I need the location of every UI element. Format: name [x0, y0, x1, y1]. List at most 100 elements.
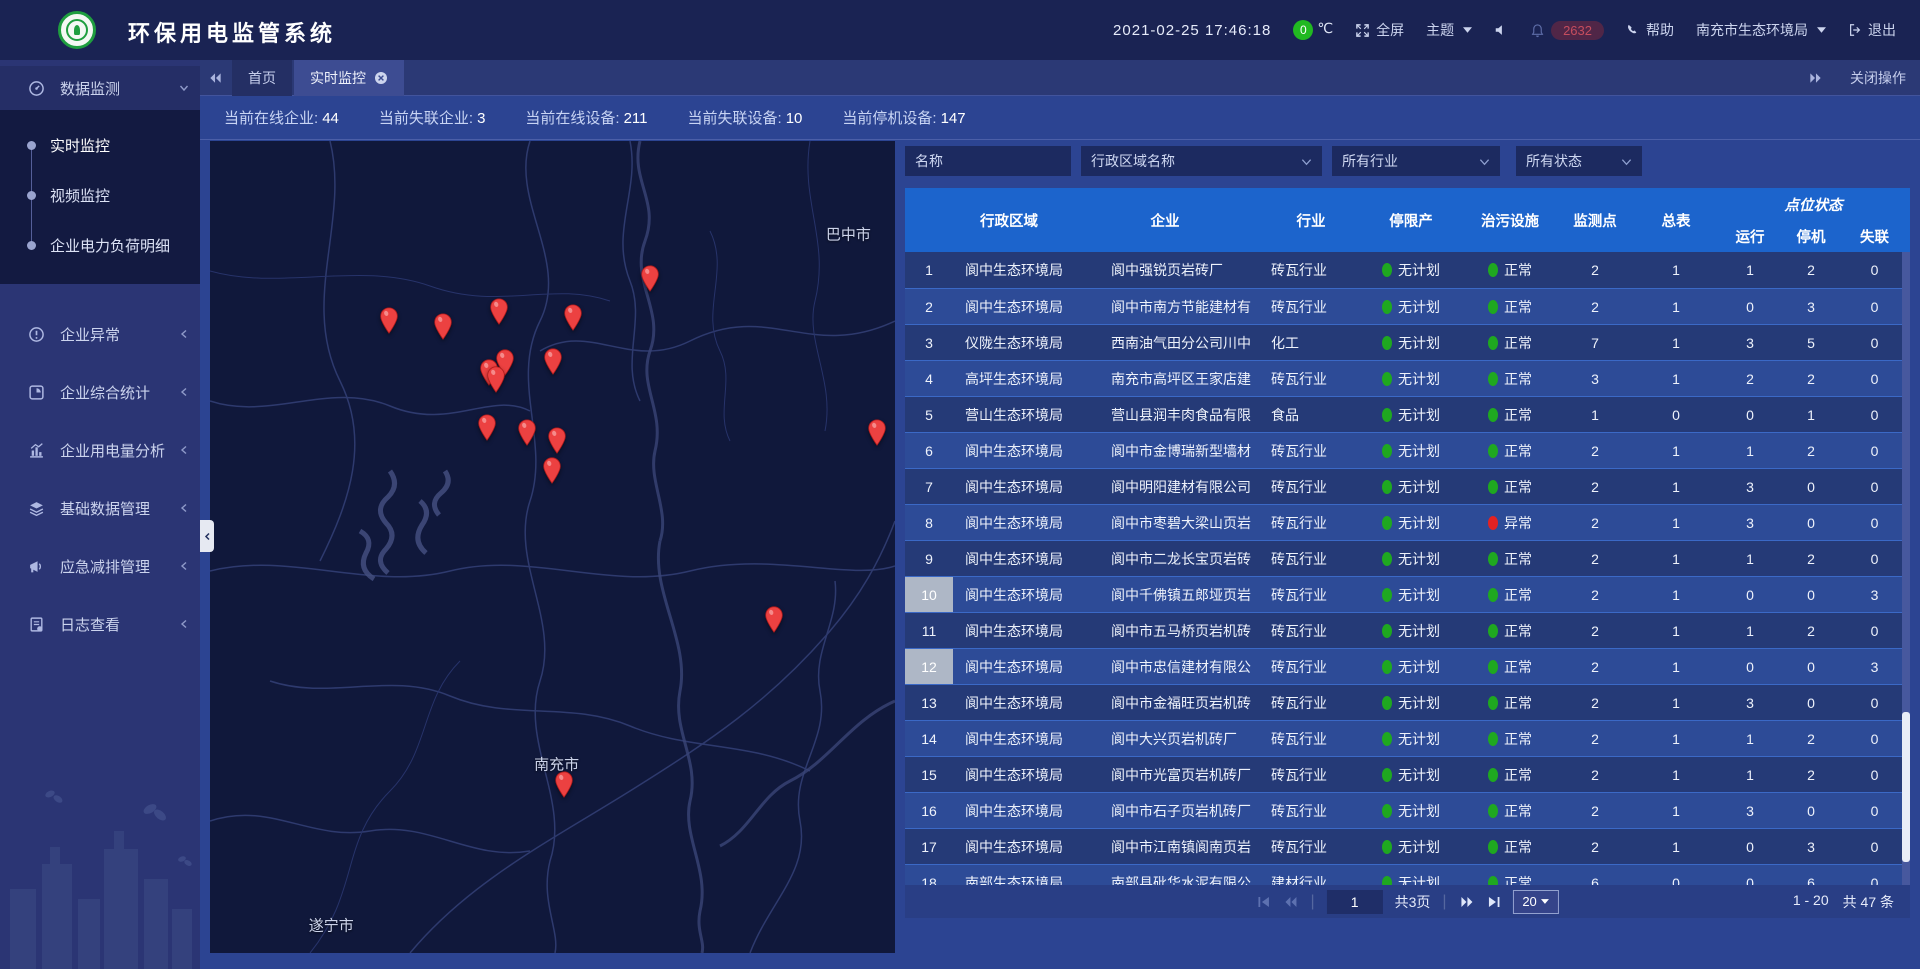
status-dot-green	[1488, 588, 1498, 602]
cell-region: 阆中生态环境局	[953, 252, 1065, 288]
sidebar-item-基础数据管理[interactable]: 基础数据管理	[0, 486, 200, 530]
table-row[interactable]: 18南部生态环境局南部县砒华水泥有限公建材行业无计划正常60060	[905, 864, 1910, 885]
cell-running: 3	[1717, 469, 1783, 504]
cell-facility: 正常	[1465, 865, 1555, 885]
phone-icon	[1626, 23, 1640, 37]
name-filter-input[interactable]	[915, 153, 1061, 169]
cell-facility: 正常	[1465, 649, 1555, 684]
table-row[interactable]: 10阆中生态环境局阆中千佛镇五郎垭页岩砖瓦行业无计划正常21003	[905, 576, 1910, 612]
status-dot-green	[1382, 408, 1392, 422]
previous-page-button[interactable]	[1282, 896, 1298, 908]
cell-meters: 1	[1635, 505, 1717, 540]
table-row[interactable]: 7阆中生态环境局阆中明阳建材有限公司砖瓦行业无计划正常21300	[905, 468, 1910, 504]
table-row[interactable]: 17阆中生态环境局阆中市江南镇阆南页岩砖瓦行业无计划正常21030	[905, 828, 1910, 864]
map-marker[interactable]	[764, 606, 783, 633]
cell-industry: 砖瓦行业	[1265, 289, 1357, 324]
table-row[interactable]: 13阆中生态环境局阆中市金福旺页岩机砖砖瓦行业无计划正常21300	[905, 684, 1910, 720]
notifications[interactable]: 2632	[1530, 21, 1604, 40]
map-marker[interactable]	[490, 298, 509, 325]
sidebar-item-企业异常[interactable]: 企业异常	[0, 312, 200, 356]
cell-running: 0	[1717, 649, 1783, 684]
cell-offline: 0	[1839, 469, 1910, 504]
sound-button[interactable]	[1494, 23, 1508, 37]
theme-label: 主题	[1426, 20, 1454, 40]
table-row[interactable]: 8阆中生态环境局阆中市枣碧大梁山页岩砖瓦行业无计划异常21300	[905, 504, 1910, 540]
status-filter-select[interactable]: 所有状态	[1516, 146, 1642, 176]
scrollbar-thumb[interactable]	[1902, 712, 1910, 862]
cell-industry: 食品	[1265, 397, 1357, 432]
stat-value: 147	[941, 110, 966, 127]
sidebar-item-数据监测[interactable]: 数据监测	[0, 66, 200, 110]
sidebar-item-日志查看[interactable]: 日志查看	[0, 602, 200, 646]
cell-region: 阆中生态环境局	[953, 469, 1065, 504]
table-row[interactable]: 3仪陇生态环境局西南油气田分公司川中化工无计划正常71350	[905, 324, 1910, 360]
logout-button[interactable]: 退出	[1848, 20, 1896, 40]
table-row[interactable]: 12阆中生态环境局阆中市忠信建材有限公砖瓦行业无计划正常21003	[905, 648, 1910, 684]
help-button[interactable]: 帮助	[1626, 20, 1674, 40]
table-row[interactable]: 14阆中生态环境局阆中大兴页岩机砖厂砖瓦行业无计划正常21120	[905, 720, 1910, 756]
table-row[interactable]: 4高坪生态环境局南充市高坪区王家店建砖瓦行业无计划正常31220	[905, 360, 1910, 396]
name-filter-input-box[interactable]	[905, 146, 1071, 176]
sidebar-subitem-实时监控[interactable]: 实时监控	[0, 120, 200, 170]
tab-实时监控[interactable]: 实时监控	[294, 60, 404, 96]
map-marker[interactable]	[542, 457, 561, 484]
map-marker[interactable]	[544, 348, 563, 375]
previous-page-icon	[1282, 896, 1298, 908]
cell-region: 阆中生态环境局	[953, 541, 1065, 576]
notification-count-badge: 2632	[1551, 21, 1604, 40]
cell-facility: 正常	[1465, 325, 1555, 360]
first-page-button[interactable]	[1256, 896, 1270, 908]
sidebar-subitem-视频监控[interactable]: 视频监控	[0, 170, 200, 220]
page-size-select[interactable]: 20	[1513, 890, 1559, 914]
tabs-scroll-left-button[interactable]	[200, 60, 230, 96]
user-name: 南充市生态环境局	[1696, 20, 1808, 40]
cell-production: 无计划	[1357, 325, 1465, 360]
cell-num: 14	[905, 721, 953, 756]
table-row[interactable]: 1阆中生态环境局阆中强锐页岩砖厂砖瓦行业无计划正常21120	[905, 252, 1910, 288]
sidebar-item-应急减排管理[interactable]: 应急减排管理	[0, 544, 200, 588]
close-operations-button[interactable]: 关闭操作	[1850, 68, 1906, 88]
cell-points: 2	[1555, 577, 1635, 612]
map-marker[interactable]	[547, 427, 566, 454]
table-row[interactable]: 9阆中生态环境局阆中市二龙长宝页岩砖砖瓦行业无计划正常21120	[905, 540, 1910, 576]
map-panel[interactable]: 巴中市南充市遂宁市	[210, 141, 895, 953]
map-city-label-南充市: 南充市	[534, 753, 579, 774]
map-marker[interactable]	[433, 313, 452, 340]
table-row[interactable]: 5营山生态环境局营山县润丰肉食品有限食品无计划正常10010	[905, 396, 1910, 432]
fullscreen-button[interactable]: 全屏	[1355, 20, 1404, 40]
bell-icon	[1530, 23, 1545, 38]
page-number-input[interactable]	[1327, 890, 1383, 914]
sidebar-item-企业综合统计[interactable]: 企业综合统计	[0, 370, 200, 414]
page-range-label: 1 - 20	[1793, 892, 1829, 912]
user-dropdown[interactable]: 南充市生态环境局	[1696, 20, 1826, 40]
next-page-button[interactable]	[1459, 896, 1475, 908]
region-filter-select[interactable]: 行政区域名称	[1081, 146, 1322, 176]
map-marker[interactable]	[486, 366, 505, 393]
table-row[interactable]: 6阆中生态环境局阆中市金博瑞新型墙材砖瓦行业无计划正常21120	[905, 432, 1910, 468]
map-marker[interactable]	[477, 414, 496, 441]
map-marker[interactable]	[555, 771, 574, 798]
sidebar-subitem-企业电力负荷明细[interactable]: 企业电力负荷明细	[0, 220, 200, 270]
tab-close-icon[interactable]	[374, 71, 388, 85]
map-collapse-handle[interactable]	[200, 520, 214, 552]
theme-dropdown[interactable]: 主题	[1426, 20, 1472, 40]
table-scrollbar[interactable]	[1902, 252, 1910, 885]
map-marker[interactable]	[379, 307, 398, 334]
table-row[interactable]: 11阆中生态环境局阆中市五马桥页岩机砖砖瓦行业无计划正常21120	[905, 612, 1910, 648]
tab-首页[interactable]: 首页	[232, 60, 292, 96]
cell-num: 17	[905, 829, 953, 864]
table-row[interactable]: 15阆中生态环境局阆中市光富页岩机砖厂砖瓦行业无计划正常21120	[905, 756, 1910, 792]
map-marker[interactable]	[640, 265, 659, 292]
table-row[interactable]: 16阆中生态环境局阆中市石子页岩机砖厂砖瓦行业无计划正常21300	[905, 792, 1910, 828]
map-marker[interactable]	[518, 419, 537, 446]
sidebar-item-企业用电量分析[interactable]: 企业用电量分析	[0, 428, 200, 472]
map-marker[interactable]	[564, 304, 583, 331]
double-chevron-left-icon	[208, 72, 223, 84]
industry-filter-value: 所有行业	[1342, 151, 1398, 171]
last-page-button[interactable]	[1487, 896, 1501, 908]
cell-running: 3	[1717, 325, 1783, 360]
industry-filter-select[interactable]: 所有行业	[1332, 146, 1500, 176]
map-marker[interactable]	[868, 419, 887, 446]
table-row[interactable]: 2阆中生态环境局阆中市南方节能建材有砖瓦行业无计划正常21030	[905, 288, 1910, 324]
tabs-scroll-right-button[interactable]	[1800, 60, 1830, 96]
